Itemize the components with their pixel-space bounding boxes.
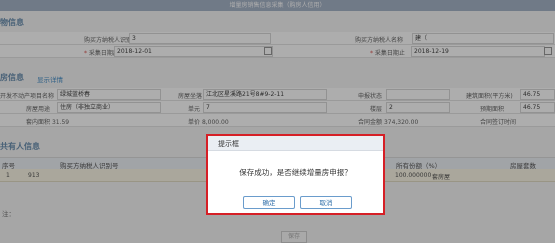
dialog-message: 保存成功，是否继续增量房申报？: [239, 168, 352, 177]
confirm-dialog: 提示框 保存成功，是否继续增量房申报？ 确定 取消: [206, 134, 385, 215]
cancel-button[interactable]: 取消: [300, 196, 352, 209]
dialog-title: 提示框: [218, 140, 239, 148]
dialog-header: 提示框: [208, 136, 383, 151]
ok-button[interactable]: 确定: [243, 196, 295, 209]
